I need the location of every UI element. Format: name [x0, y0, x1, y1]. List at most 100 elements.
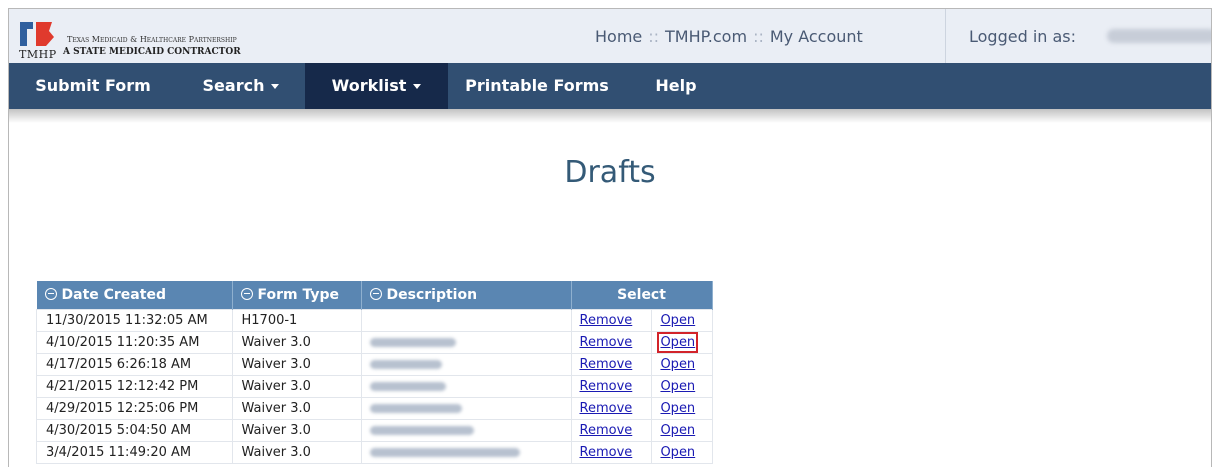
logo-partnership-text: Texas Medicaid & Healthcare Partnership — [67, 35, 237, 44]
open-cell: Open — [651, 375, 713, 398]
table-row: 4/10/2015 11:20:35 AM Waiver 3.0 Remove … — [36, 331, 713, 354]
drafts-table: Date Created Form Type Description Selec… — [36, 281, 713, 464]
open-link[interactable]: Open — [660, 445, 695, 460]
column-header-description[interactable]: Description — [361, 281, 572, 310]
main-nav: Submit Form Search Worklist Printable Fo… — [9, 63, 1211, 109]
home-link[interactable]: Home — [595, 27, 642, 46]
redacted-description — [369, 426, 474, 435]
sort-circle-icon — [240, 288, 253, 300]
remove-cell: Remove — [570, 309, 653, 332]
open-link[interactable]: Open — [660, 357, 695, 372]
table-row: 4/17/2015 6:26:18 AM Waiver 3.0 Remove O… — [36, 353, 713, 376]
remove-cell: Remove — [570, 331, 653, 354]
nav-search-label: Search — [202, 76, 265, 95]
column-header-label: Form Type — [257, 287, 340, 303]
app-frame: TMHP Texas Medicaid & Healthcare Partner… — [8, 8, 1212, 467]
table-row: 4/29/2015 12:25:06 PM Waiver 3.0 Remove … — [36, 397, 713, 420]
table-header-row: Date Created Form Type Description Selec… — [36, 281, 713, 310]
form-type-cell: Waiver 3.0 — [231, 397, 362, 420]
remove-cell: Remove — [570, 441, 653, 464]
open-cell: Open — [651, 309, 713, 332]
description-cell — [360, 375, 572, 398]
remove-cell: Remove — [570, 375, 653, 398]
form-type-cell: Waiver 3.0 — [231, 375, 362, 398]
nav-worklist-label: Worklist — [331, 76, 407, 95]
nav-submit-form[interactable]: Submit Form — [9, 63, 177, 109]
nav-help-label: Help — [655, 76, 697, 95]
nav-submit-form-label: Submit Form — [35, 76, 151, 95]
date-created-cell: 4/21/2015 12:12:42 PM — [36, 375, 233, 398]
logo-contractor-text: A STATE MEDICAID CONTRACTOR — [63, 47, 241, 57]
open-cell: Open — [651, 419, 713, 442]
header-divider — [945, 9, 946, 63]
date-created-cell: 4/10/2015 11:20:35 AM — [36, 331, 233, 354]
table-row: 4/21/2015 12:12:42 PM Waiver 3.0 Remove … — [36, 375, 713, 398]
logo-tmhp-text: TMHP — [19, 48, 57, 61]
table-row: 3/4/2015 11:49:20 AM Waiver 3.0 Remove O… — [36, 441, 713, 464]
open-link[interactable]: Open — [660, 379, 695, 394]
redacted-description — [369, 404, 462, 413]
table-row: 11/30/2015 11:32:05 AM H1700-1 Remove Op… — [36, 309, 713, 332]
table-row: 4/30/2015 5:04:50 AM Waiver 3.0 Remove O… — [36, 419, 713, 442]
open-cell: Open — [651, 353, 713, 376]
redacted-description — [369, 382, 446, 391]
top-links: Home:: TMHP.com:: My Account — [595, 27, 863, 46]
redacted-description — [369, 360, 442, 369]
sort-circle-icon — [369, 288, 382, 300]
date-created-cell: 3/4/2015 11:49:20 AM — [36, 441, 233, 464]
column-header-label: Date Created — [61, 287, 166, 303]
column-header-label: Select — [617, 287, 666, 303]
header-bar: TMHP Texas Medicaid & Healthcare Partner… — [9, 9, 1211, 63]
form-type-cell: Waiver 3.0 — [231, 331, 362, 354]
remove-link[interactable]: Remove — [580, 445, 633, 460]
nav-search[interactable]: Search — [177, 63, 305, 109]
form-type-cell: Waiver 3.0 — [231, 419, 362, 442]
date-created-cell: 4/30/2015 5:04:50 AM — [36, 419, 233, 442]
logged-in-label: Logged in as: — [969, 27, 1077, 46]
tmhp-com-link[interactable]: TMHP.com — [665, 27, 747, 46]
column-header-date-created[interactable]: Date Created — [36, 281, 233, 310]
description-cell — [360, 397, 572, 420]
open-cell: Open — [651, 441, 713, 464]
nav-worklist[interactable]: Worklist — [305, 63, 448, 109]
sort-circle-icon — [44, 288, 57, 300]
description-cell — [360, 309, 572, 332]
column-header-form-type[interactable]: Form Type — [232, 281, 362, 310]
open-link[interactable]: Open — [660, 313, 695, 328]
nav-shadow — [9, 109, 1211, 123]
open-cell: Open — [651, 397, 713, 420]
chevron-down-icon — [271, 84, 280, 89]
open-cell: Open — [651, 331, 713, 354]
redacted-description — [369, 448, 520, 457]
link-separator: :: — [753, 27, 764, 46]
remove-link[interactable]: Remove — [580, 379, 633, 394]
nav-printable-forms[interactable]: Printable Forms — [448, 63, 626, 109]
chevron-down-icon — [413, 84, 422, 89]
open-link[interactable]: Open — [660, 423, 695, 438]
remove-link[interactable]: Remove — [580, 313, 633, 328]
form-type-cell: H1700-1 — [231, 309, 362, 332]
link-separator: :: — [648, 27, 660, 46]
date-created-cell: 4/17/2015 6:26:18 AM — [36, 353, 233, 376]
remove-link[interactable]: Remove — [580, 423, 633, 438]
column-header-select: Select — [571, 281, 713, 310]
remove-cell: Remove — [570, 419, 653, 442]
description-cell — [360, 419, 572, 442]
open-link[interactable]: Open — [660, 401, 695, 416]
description-cell — [360, 353, 572, 376]
nav-help[interactable]: Help — [626, 63, 726, 109]
date-created-cell: 4/29/2015 12:25:06 PM — [36, 397, 233, 420]
description-cell — [360, 441, 572, 464]
form-type-cell: Waiver 3.0 — [231, 353, 362, 376]
tmhp-logo-mark-icon — [20, 22, 54, 46]
remove-link[interactable]: Remove — [580, 335, 633, 350]
redacted-username — [1107, 29, 1211, 43]
my-account-link[interactable]: My Account — [770, 27, 863, 46]
open-link-highlighted[interactable]: Open — [657, 332, 699, 353]
page-title: Drafts — [564, 155, 656, 190]
remove-link[interactable]: Remove — [580, 357, 633, 372]
remove-link[interactable]: Remove — [580, 401, 633, 416]
redacted-description — [369, 338, 456, 347]
tmhp-logo[interactable]: TMHP Texas Medicaid & Healthcare Partner… — [17, 17, 317, 61]
date-created-cell: 11/30/2015 11:32:05 AM — [36, 309, 233, 332]
